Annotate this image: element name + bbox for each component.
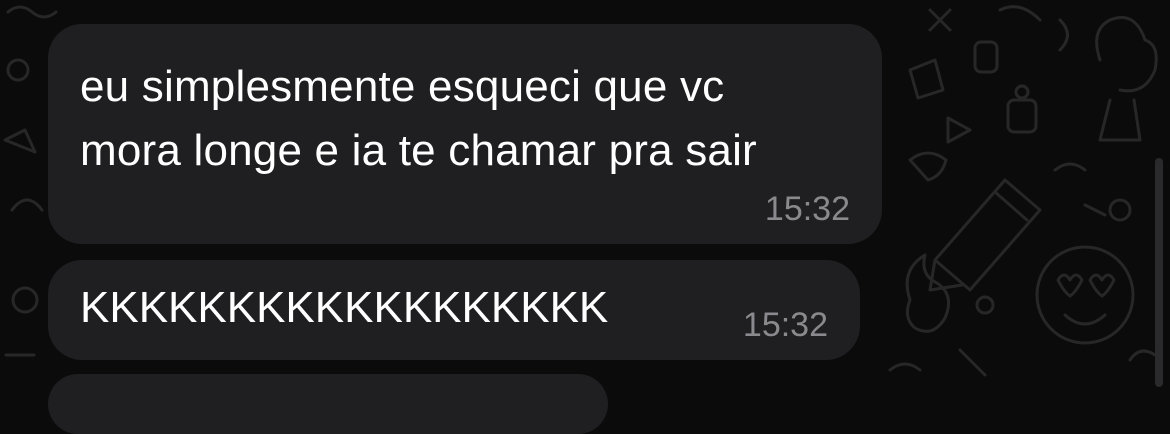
message-timestamp: 15:32 (742, 306, 828, 344)
heart-face-doodle-icon (1035, 245, 1135, 345)
message-text: KKKKKKKKKKKKKKKKKK (80, 283, 609, 332)
pencil-doodle-icon (928, 178, 1042, 292)
message-timestamp: 15:32 (764, 190, 850, 228)
message-bubble-partial[interactable] (48, 374, 608, 434)
cactus-doodle-icon (1095, 16, 1158, 142)
scrollbar[interactable] (1155, 158, 1163, 387)
message-text: eu simplesmente esqueci que vc mora long… (80, 62, 757, 175)
cross-doodle-icon (928, 8, 952, 32)
flame-doodle-icon (905, 253, 951, 333)
message-bubble[interactable]: eu simplesmente esqueci que vc mora long… (48, 24, 882, 244)
message-bubble[interactable]: KKKKKKKKKKKKKKKKKK 15:32 (48, 260, 860, 360)
